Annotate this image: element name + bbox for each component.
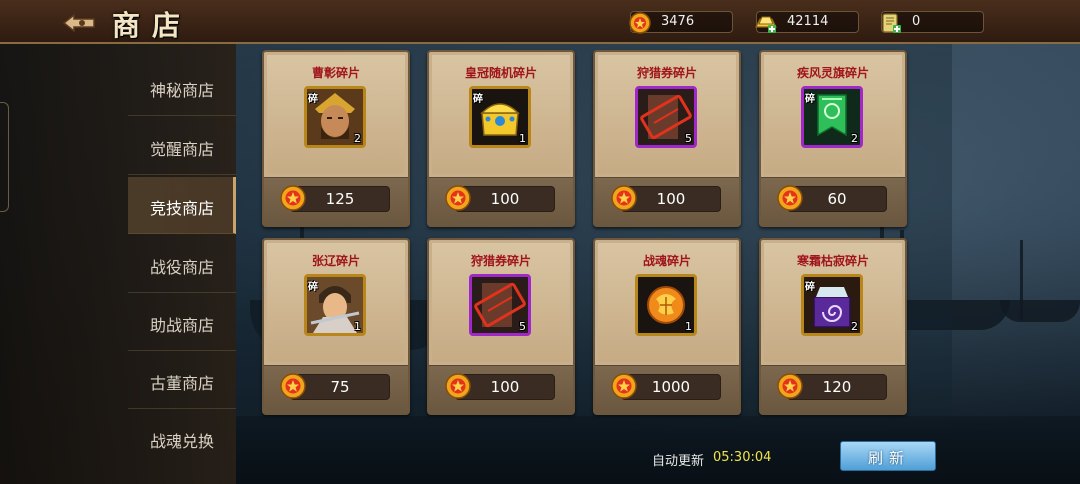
sidebar-item-label: 战役商店 [149, 258, 214, 277]
sidebar-item-arena-shop[interactable]: 竞技商店 [128, 177, 236, 234]
sidebar-item-label: 古董商店 [149, 374, 214, 393]
auto-refresh-timer: 05:30:04 [713, 450, 772, 465]
item-count: 2 [354, 132, 361, 145]
sidebar-item-label: 竞技商店 [149, 199, 214, 218]
scroll-resource: 0 [881, 11, 984, 33]
item-name: 寒霜枯寂碎片 [796, 254, 869, 268]
item-icon-frame: 碎 2 [801, 86, 863, 148]
shop-item-card[interactable]: 皇冠随机碎片 碎 1 100 [427, 50, 575, 227]
coin-icon [611, 185, 637, 211]
sidebar-item-campaign-shop[interactable]: 战役商店 [128, 236, 236, 293]
shop-item-card[interactable]: 疾风灵旗碎片 碎 2 60 [759, 50, 907, 227]
shop-sidebar: 神秘商店 觉醒商店 竞技商店 战役商店 助战商店 古董商店 战魂兑换 [0, 44, 236, 484]
coin-icon [629, 12, 651, 34]
coin-value: 3476 [661, 14, 695, 29]
item-count: 1 [354, 320, 361, 333]
item-icon-frame: 5 [469, 274, 531, 336]
sidebar-rail [0, 102, 9, 212]
item-name: 疾风灵旗碎片 [796, 66, 869, 80]
coin-icon [777, 373, 803, 399]
back-arrow-icon [62, 13, 95, 33]
shop-item-card[interactable]: 寒霜枯寂碎片 碎 2 120 [759, 238, 907, 415]
fragment-badge: 碎 [805, 282, 815, 293]
fragment-badge: 碎 [308, 282, 318, 293]
sidebar-item-mystery-shop[interactable]: 神秘商店 [128, 59, 236, 116]
item-name: 皇冠随机碎片 [464, 66, 537, 80]
coin-icon [611, 373, 637, 399]
coin-resource: 3476 [629, 11, 733, 34]
back-button[interactable] [60, 10, 98, 36]
fragment-badge: 碎 [473, 94, 483, 105]
item-icon-frame: 碎 2 [801, 274, 863, 336]
item-name: 狩猎券碎片 [470, 254, 531, 268]
shop-item-card[interactable]: 张辽碎片 碎 1 75 [262, 238, 410, 415]
refresh-button-label: 刷新 [867, 449, 910, 467]
shop-item-card[interactable]: 战魂碎片 1 1000 [593, 238, 741, 415]
fragment-badge: 碎 [805, 94, 815, 105]
item-icon-frame: 1 [635, 274, 697, 336]
sidebar-item-antique-shop[interactable]: 古董商店 [128, 352, 236, 409]
sidebar-item-label: 神秘商店 [149, 81, 214, 100]
shop-item-card[interactable]: 狩猎券碎片 5 100 [593, 50, 741, 227]
fragment-badge: 碎 [308, 94, 318, 105]
item-icon-frame: 碎 1 [469, 86, 531, 148]
item-icon-frame: 5 [635, 86, 697, 148]
item-name: 曹彰碎片 [311, 66, 360, 80]
item-count: 1 [519, 132, 526, 145]
sidebar-item-support-shop[interactable]: 助战商店 [128, 294, 236, 351]
item-count: 2 [851, 320, 858, 333]
item-name: 狩猎券碎片 [636, 66, 697, 80]
item-count: 5 [519, 320, 526, 333]
sidebar-item-label: 觉醒商店 [149, 140, 214, 159]
item-count: 2 [851, 132, 858, 145]
item-name: 战魂碎片 [642, 254, 691, 268]
coin-icon [445, 185, 471, 211]
sidebar-item-label: 战魂兑换 [149, 432, 214, 451]
sidebar-item-label: 助战商店 [149, 316, 214, 335]
scroll-value: 0 [912, 14, 921, 29]
shop-item-card[interactable]: 狩猎券碎片 5 100 [427, 238, 575, 415]
scroll-icon [882, 13, 901, 33]
coin-icon [777, 185, 803, 211]
item-icon-frame: 碎 2 [304, 86, 366, 148]
page-title: 商店 [112, 9, 193, 42]
top-bar: 商店 3476 42114 0 [0, 0, 1080, 44]
gold-ingot-icon [755, 16, 777, 33]
gold-resource: 42114 [755, 11, 859, 33]
auto-refresh-label: 自动更新 [652, 454, 705, 469]
coin-icon [280, 373, 306, 399]
item-icon-frame: 碎 1 [304, 274, 366, 336]
coin-icon [445, 373, 471, 399]
gold-value: 42114 [787, 14, 829, 29]
item-name: 张辽碎片 [311, 254, 360, 268]
shop-item-card[interactable]: 曹彰碎片 碎 2 125 [262, 50, 410, 227]
item-count: 1 [685, 320, 692, 333]
refresh-button[interactable]: 刷新 [840, 441, 936, 471]
coin-icon [280, 185, 306, 211]
item-count: 5 [685, 132, 692, 145]
sidebar-item-war-soul-exchange[interactable]: 战魂兑换 [128, 410, 236, 467]
sidebar-item-awakening-shop[interactable]: 觉醒商店 [128, 118, 236, 175]
